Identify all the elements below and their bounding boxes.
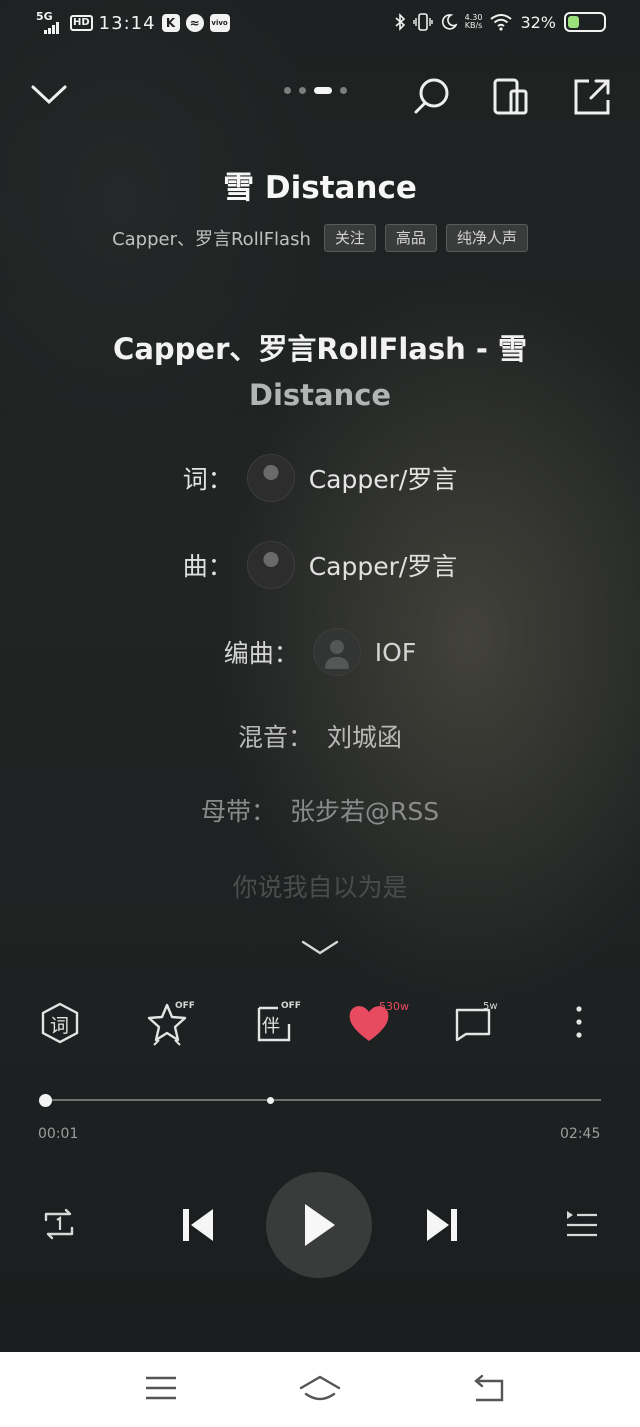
credit-name: Capper/罗言 bbox=[308, 465, 458, 494]
clock: 13:14 bbox=[98, 12, 156, 34]
bluetooth-icon bbox=[395, 13, 405, 31]
hd-voice-icon: HD bbox=[70, 15, 93, 31]
notification-app-icon: ≈ bbox=[185, 14, 204, 32]
quality-tag[interactable]: 高品 bbox=[384, 224, 437, 252]
like-count: 530w bbox=[379, 1000, 409, 1013]
song-title: 雪 Distance bbox=[223, 170, 417, 206]
play-button[interactable] bbox=[266, 1172, 372, 1278]
chevron-down-icon[interactable] bbox=[300, 938, 340, 958]
lyric-title: Capper、罗言RollFlash - 雪 Distance bbox=[60, 326, 580, 418]
credit-lyricist[interactable]: 词： Capper/罗言 bbox=[0, 454, 640, 502]
credit-label: 母带： bbox=[200, 797, 276, 826]
page-dot bbox=[299, 87, 306, 94]
playlist-icon[interactable] bbox=[564, 1208, 600, 1242]
credit-name: 张步若@RSS bbox=[289, 797, 440, 826]
accompany-off-badge: OFF bbox=[281, 1001, 301, 1011]
effect-off-badge: OFF bbox=[175, 1001, 195, 1011]
credit-mixing: 混音： 刘城函 bbox=[0, 716, 640, 756]
back-icon[interactable] bbox=[470, 1374, 506, 1404]
search-icon[interactable] bbox=[412, 76, 452, 116]
credit-name: IOF bbox=[374, 637, 417, 667]
credit-name: Capper/罗言 bbox=[308, 552, 458, 581]
next-track-icon[interactable] bbox=[424, 1206, 460, 1244]
share-icon[interactable] bbox=[572, 77, 612, 117]
accompaniment-button[interactable]: 伴 OFF bbox=[256, 1000, 301, 1048]
page-dot bbox=[284, 87, 291, 94]
avatar[interactable] bbox=[246, 541, 295, 589]
comment-button[interactable]: 5w bbox=[454, 1000, 498, 1048]
credit-label: 混音： bbox=[237, 723, 313, 752]
page-dot bbox=[340, 87, 347, 94]
avatar[interactable] bbox=[312, 628, 361, 676]
page-indicator bbox=[284, 87, 347, 94]
more-options-icon[interactable] bbox=[570, 1005, 588, 1041]
like-button[interactable]: 530w bbox=[346, 1000, 409, 1048]
status-bar: 5G HD 13:14 K ≈ vivo 4.30 KB/s 32% bbox=[0, 0, 640, 48]
progress-marker bbox=[267, 1097, 274, 1104]
vibrate-icon bbox=[412, 13, 433, 31]
network-speed: 4.30 KB/s bbox=[465, 14, 483, 30]
lyric-title-line2: Distance bbox=[248, 378, 392, 412]
progress-thumb[interactable] bbox=[39, 1094, 52, 1107]
credit-name: 刘城函 bbox=[327, 723, 403, 752]
credit-arranger[interactable]: 编曲： IOF bbox=[0, 628, 640, 676]
home-icon[interactable] bbox=[298, 1374, 342, 1404]
signal-bars-icon bbox=[44, 20, 59, 34]
do-not-disturb-moon-icon bbox=[441, 14, 457, 30]
page-dot bbox=[314, 87, 332, 94]
notification-app-icon: K bbox=[161, 14, 180, 32]
lyrics-poster-button[interactable]: 词 bbox=[38, 1000, 82, 1050]
chevron-down-icon[interactable] bbox=[30, 82, 68, 108]
notification-app-icon: vivo bbox=[209, 14, 230, 32]
artist-name[interactable]: Capper、罗言RollFlash bbox=[112, 225, 311, 251]
progress-bar[interactable] bbox=[45, 1099, 601, 1101]
phone-flip-icon[interactable] bbox=[492, 77, 530, 117]
avatar[interactable] bbox=[246, 454, 295, 502]
follow-button[interactable]: 关注 bbox=[323, 224, 376, 252]
credit-label: 词： bbox=[182, 465, 233, 494]
network-speed-unit: KB/s bbox=[464, 21, 483, 30]
battery-level bbox=[568, 16, 579, 28]
accompany-label: 伴 bbox=[262, 1016, 280, 1037]
signal-indicator: 5G bbox=[36, 11, 64, 34]
previous-track-icon[interactable] bbox=[180, 1206, 216, 1244]
repeat-one-icon[interactable] bbox=[40, 1206, 78, 1242]
lyric-next-line: 你说我自以为是 bbox=[0, 866, 640, 906]
total-time: 02:45 bbox=[560, 1126, 601, 1142]
comment-count: 5w bbox=[483, 1001, 498, 1012]
credit-composer[interactable]: 曲： Capper/罗言 bbox=[0, 541, 640, 589]
lyrics-icon-label: 词 bbox=[50, 1015, 70, 1037]
system-navigation-bar bbox=[0, 1352, 640, 1427]
current-time: 00:01 bbox=[38, 1126, 79, 1142]
battery-icon bbox=[564, 12, 606, 32]
artist-line: Capper、罗言RollFlash 关注 高品 纯净人声 bbox=[0, 224, 640, 252]
credit-label: 编曲： bbox=[223, 639, 299, 668]
lyric-title-line1: Capper、罗言RollFlash - 雪 bbox=[113, 332, 527, 366]
menu-icon[interactable] bbox=[144, 1374, 178, 1402]
wifi-icon bbox=[490, 14, 513, 31]
sound-effect-button[interactable]: OFF bbox=[145, 1000, 195, 1050]
play-icon bbox=[305, 1204, 335, 1246]
battery-percent: 32% bbox=[520, 12, 556, 32]
player-screen: 5G HD 13:14 K ≈ vivo 4.30 KB/s 32% 雪 Dis… bbox=[0, 0, 640, 1352]
lyric-line: 你说我自以为是 bbox=[232, 873, 408, 902]
credit-mastering: 母带： 张步若@RSS bbox=[0, 790, 640, 830]
pure-vocal-tag[interactable]: 纯净人声 bbox=[445, 224, 528, 252]
credit-label: 曲： bbox=[182, 552, 233, 581]
